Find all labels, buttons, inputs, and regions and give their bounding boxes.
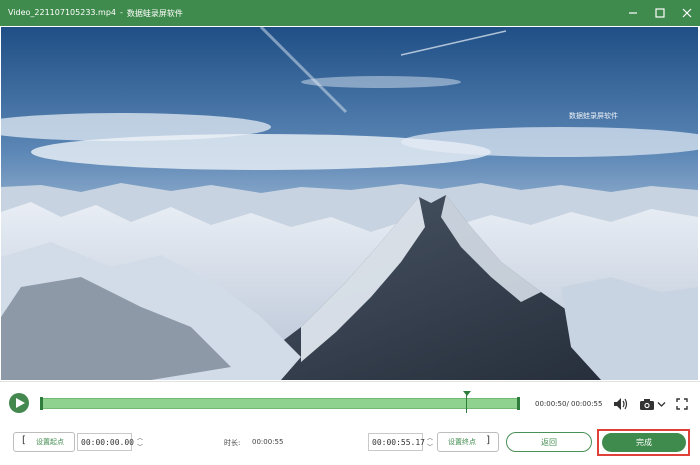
time-readout: 00:00:50/ 00:00:55 (535, 400, 603, 408)
bracket-right-icon: ] (486, 435, 490, 446)
set-start-button[interactable]: [ 设置起点 (13, 432, 75, 452)
close-icon (682, 8, 691, 18)
set-end-button[interactable]: 设置终点 ] (437, 432, 499, 452)
playhead-marker[interactable] (463, 391, 471, 396)
bracket-left-icon: [ (22, 435, 26, 446)
fullscreen-icon (676, 398, 688, 410)
end-time-input[interactable]: 00:00:55.17 (368, 433, 425, 451)
chevron-up-icon[interactable]: ︿ (427, 433, 433, 442)
video-frame-image (1, 27, 698, 380)
volume-icon (614, 398, 628, 410)
trim-end-handle[interactable] (517, 397, 520, 410)
play-icon (15, 398, 25, 408)
title-separator: - (120, 7, 123, 17)
duration-value: 00:00:55 (252, 438, 284, 446)
maximize-button[interactable] (646, 0, 673, 26)
done-highlight: 完成 (597, 429, 690, 456)
timeline-track (40, 398, 520, 409)
duration-label: 时长: (224, 439, 241, 447)
start-time-input[interactable]: 00:00:00.00 (77, 433, 134, 451)
set-end-label: 设置终点 (448, 438, 476, 446)
done-button[interactable]: 完成 (602, 433, 686, 452)
snapshot-options-button[interactable] (657, 401, 666, 408)
maximize-icon (654, 8, 665, 18)
playhead-line (466, 393, 467, 413)
chevron-up-icon[interactable]: ︿ (137, 433, 143, 442)
app-name: 数据蛙录屏软件 (126, 8, 183, 18)
back-button[interactable]: 返回 (506, 432, 592, 452)
chevron-down-icon (657, 402, 666, 407)
title-bar: Video_221107105233.mp4 - 数据蛙录屏软件 (0, 0, 700, 26)
fullscreen-button[interactable] (676, 398, 688, 410)
video-watermark: 数据蛙录屏软件 (569, 112, 618, 120)
trim-row: [ 设置起点 00:00:00.00 ︿ ﹀ 时长: 00:00:55 00:0… (0, 429, 700, 456)
minimize-button[interactable] (619, 0, 646, 26)
set-start-label: 设置起点 (36, 438, 64, 446)
file-name: Video_221107105233.mp4 (8, 7, 116, 17)
trim-start-handle[interactable] (40, 397, 43, 410)
snapshot-button[interactable] (639, 398, 655, 411)
volume-button[interactable] (613, 397, 629, 411)
end-time-stepper[interactable]: ︿ ﹀ (425, 433, 435, 451)
minimize-icon (628, 12, 637, 14)
close-button[interactable] (673, 0, 700, 26)
chevron-down-icon[interactable]: ﹀ (137, 442, 143, 451)
window-title: Video_221107105233.mp4 - 数据蛙录屏软件 (0, 8, 183, 19)
start-time-stepper[interactable]: ︿ ﹀ (135, 433, 145, 451)
player-controls: 00:00:50/ 00:00:55 [ 设置起点 00:00:00.00 ︿ (0, 381, 700, 465)
camera-icon (640, 399, 654, 410)
play-button[interactable] (9, 393, 29, 413)
trim-timeline[interactable] (40, 391, 520, 413)
chevron-down-icon[interactable]: ﹀ (427, 442, 433, 451)
video-preview[interactable]: 数据蛙录屏软件 (1, 27, 698, 380)
